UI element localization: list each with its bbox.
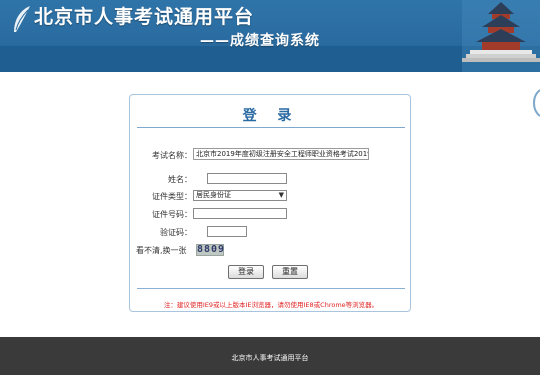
site-header: 北京市人事考试通用平台 ——成绩查询系统 <box>0 0 540 72</box>
site-footer: 北京市人事考试通用平台 <box>0 337 540 375</box>
id-type-select[interactable]: 居民身份证 ▼ <box>193 190 287 201</box>
brand-feather-icon <box>14 6 30 32</box>
exam-name-field[interactable]: 北京市2019年度初级注册安全工程师职业资格考试201911 <box>193 148 369 160</box>
login-panel: 登 录 考试名称： 北京市2019年度初级注册安全工程师职业资格考试201911… <box>129 94 411 312</box>
site-subtitle: ——成绩查询系统 <box>200 33 320 49</box>
dropdown-arrow-icon: ▼ <box>278 191 284 199</box>
id-number-input[interactable] <box>193 208 287 219</box>
footer-text: 北京市人事考试通用平台 <box>231 354 309 362</box>
login-button[interactable]: 登录 <box>228 265 264 279</box>
name-label: 姓名： <box>168 175 192 184</box>
id-number-label: 证件号码： <box>152 210 192 219</box>
login-title: 登 录 <box>242 108 300 124</box>
captcha-label: 验证码： <box>160 228 192 237</box>
captcha-image[interactable]: 8809 <box>196 244 224 256</box>
name-input[interactable] <box>207 173 287 184</box>
browser-notice: 注：建议使用IE9或以上版本IE浏览器，请勿使用IE8或Chrome等浏览器。 <box>163 301 379 309</box>
divider <box>137 288 405 289</box>
decorative-edge-icon <box>533 89 540 117</box>
captcha-input[interactable] <box>207 226 247 237</box>
exam-name-label: 考试名称： <box>152 151 192 160</box>
divider <box>137 127 405 128</box>
reset-button[interactable]: 重置 <box>272 265 308 279</box>
captcha-refresh-link[interactable]: 看不清,换一张 <box>136 245 194 256</box>
site-title: 北京市人事考试通用平台 <box>34 6 255 28</box>
id-type-label: 证件类型： <box>152 192 192 201</box>
temple-of-heaven-icon <box>462 0 540 72</box>
id-type-selected: 居民身份证 <box>196 191 231 199</box>
